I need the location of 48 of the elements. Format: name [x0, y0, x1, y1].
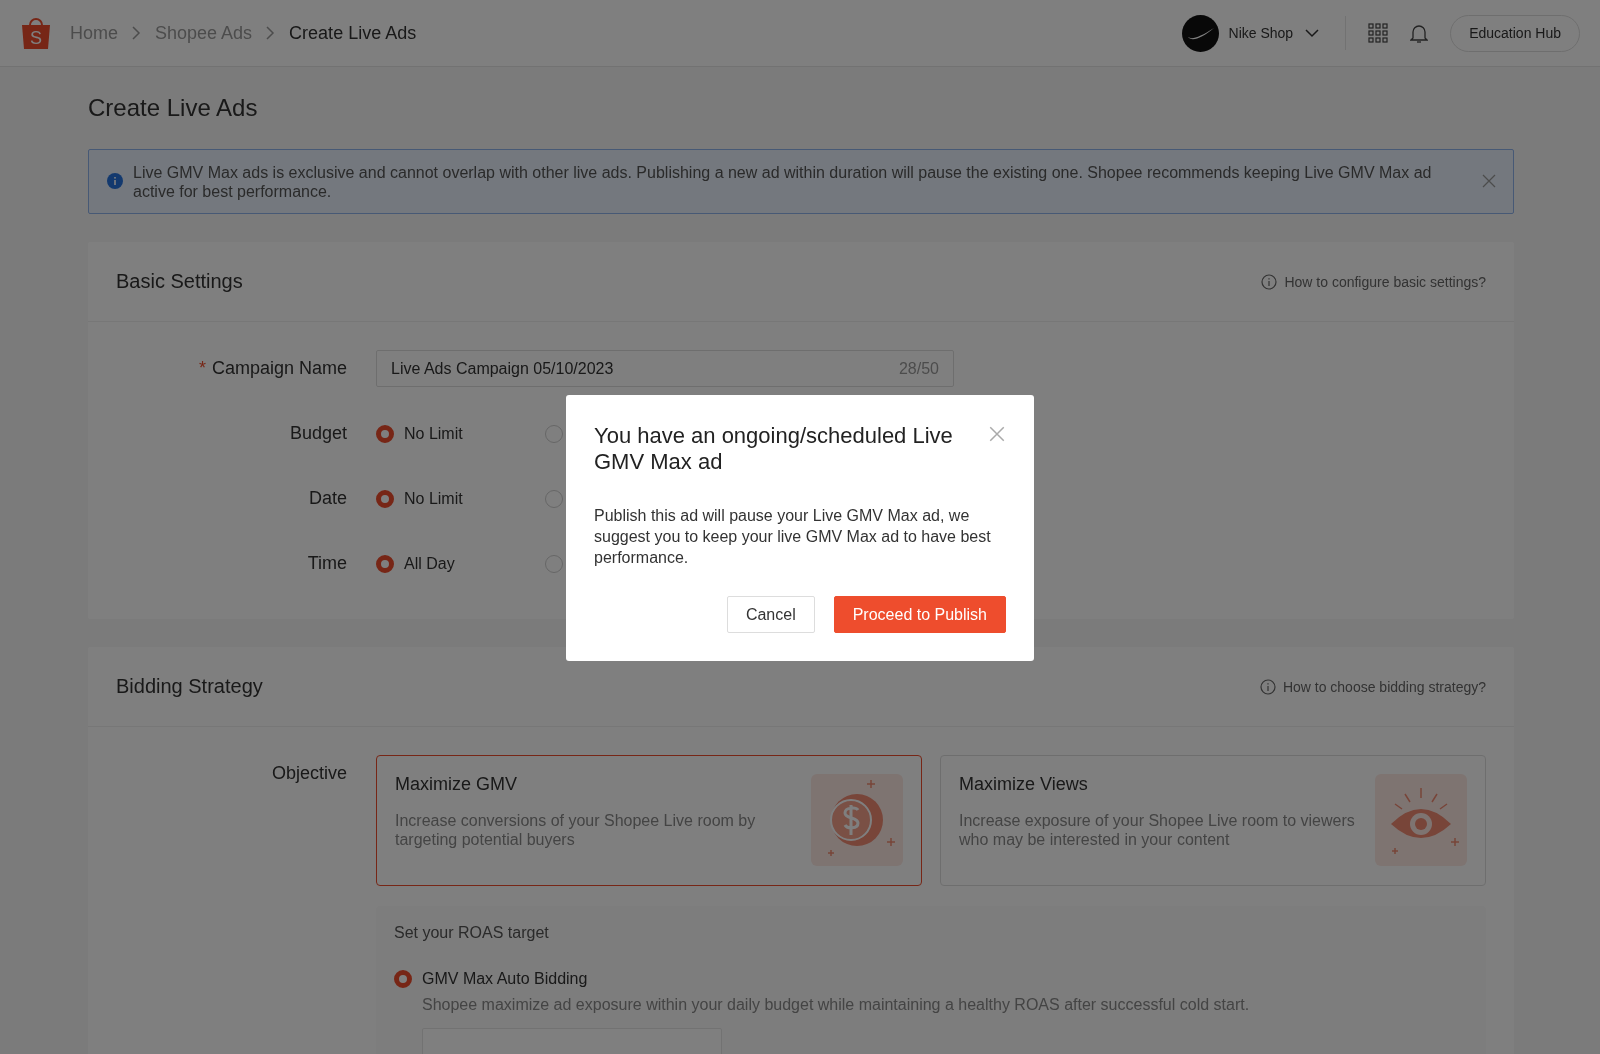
radio-button[interactable]	[394, 970, 412, 988]
section-title: Bidding Strategy	[116, 675, 263, 698]
shop-name[interactable]: Nike Shop	[1228, 25, 1294, 41]
info-icon	[1261, 273, 1278, 290]
radio-button[interactable]	[376, 424, 394, 443]
option-description: Shopee maximize ad exposure within your daily budget while maintaining a healthy ROAS after successful cold start.	[422, 996, 1251, 1014]
objective-option-card[interactable]: Maximize GMV Increase conversions of your Shopee Live room by targeting potential buyers	[376, 755, 922, 886]
chevron-right-icon	[266, 26, 276, 40]
radio-label[interactable]: No Limit	[404, 424, 463, 443]
field-label: Date	[307, 488, 348, 509]
section-title: Basic Settings	[116, 270, 243, 293]
chevron-right-icon	[132, 26, 141, 40]
info-icon	[1259, 678, 1276, 695]
notification-bell-icon[interactable]	[1410, 22, 1429, 44]
help-link[interactable]: How to choose bidding strategy?	[1259, 678, 1486, 695]
radio-button[interactable]	[376, 489, 394, 508]
close-icon[interactable]	[1481, 173, 1497, 189]
field-label: Objective	[270, 762, 348, 784]
alert-message: Live GMV Max ads is exclusive and cannot overlap with other live ads. Publishing a new ad within duration will pause the existing one. Shopee recommends keeping Live GMV Max ad active for best performance.	[133, 163, 1433, 201]
chevron-down-icon[interactable]	[1305, 28, 1320, 38]
shop-avatar-icon[interactable]	[1181, 14, 1219, 52]
radio-label[interactable]: All Day	[404, 554, 455, 573]
breadcrumb-link[interactable]: Create Live Ads	[289, 22, 417, 44]
objective-option-card[interactable]: Maximize Views Increase exposure of your Shopee Live room to viewers who may be interested in your content	[940, 755, 1486, 886]
radio-button[interactable]	[376, 554, 394, 573]
dialog-title: You have an ongoing/scheduled Live GMV Max ad	[594, 423, 954, 475]
eye-icon	[1375, 774, 1467, 866]
close-icon[interactable]	[988, 425, 1006, 443]
education-hub-button[interactable]: Education Hub	[1450, 14, 1580, 52]
objective-title: Maximize Views	[959, 774, 1089, 795]
page-title: Create Live Ads	[88, 94, 259, 122]
info-icon	[107, 173, 123, 189]
apps-grid-icon[interactable]	[1368, 23, 1389, 43]
cancel-button[interactable]: Cancel	[726, 596, 815, 633]
roas-title: Set your ROAS target	[394, 924, 550, 942]
radio-label[interactable]: GMV Max Auto Bidding	[422, 970, 588, 988]
help-link[interactable]: How to configure basic settings?	[1261, 273, 1486, 290]
radio-label[interactable]: No Limit	[404, 489, 463, 508]
dialog-message: Publish this ad will pause your Live GMV Max ad, we suggest you to keep your live GMV Max ad to have best performance.	[594, 506, 992, 568]
coin-icon	[811, 774, 903, 866]
objective-description: Increase conversions of your Shopee Live room by targeting potential buyers	[395, 811, 757, 849]
objective-description: Increase exposure of your Shopee Live room to viewers who may be interested in your content	[959, 811, 1355, 849]
required-mark: *	[198, 358, 206, 378]
objective-title: Maximize GMV	[395, 774, 518, 795]
field-label: * Campaign Name	[197, 358, 348, 379]
proceed-button[interactable]: Proceed to Publish	[833, 596, 1006, 633]
field-label: Time	[306, 553, 348, 574]
field-label: Budget	[288, 423, 348, 444]
